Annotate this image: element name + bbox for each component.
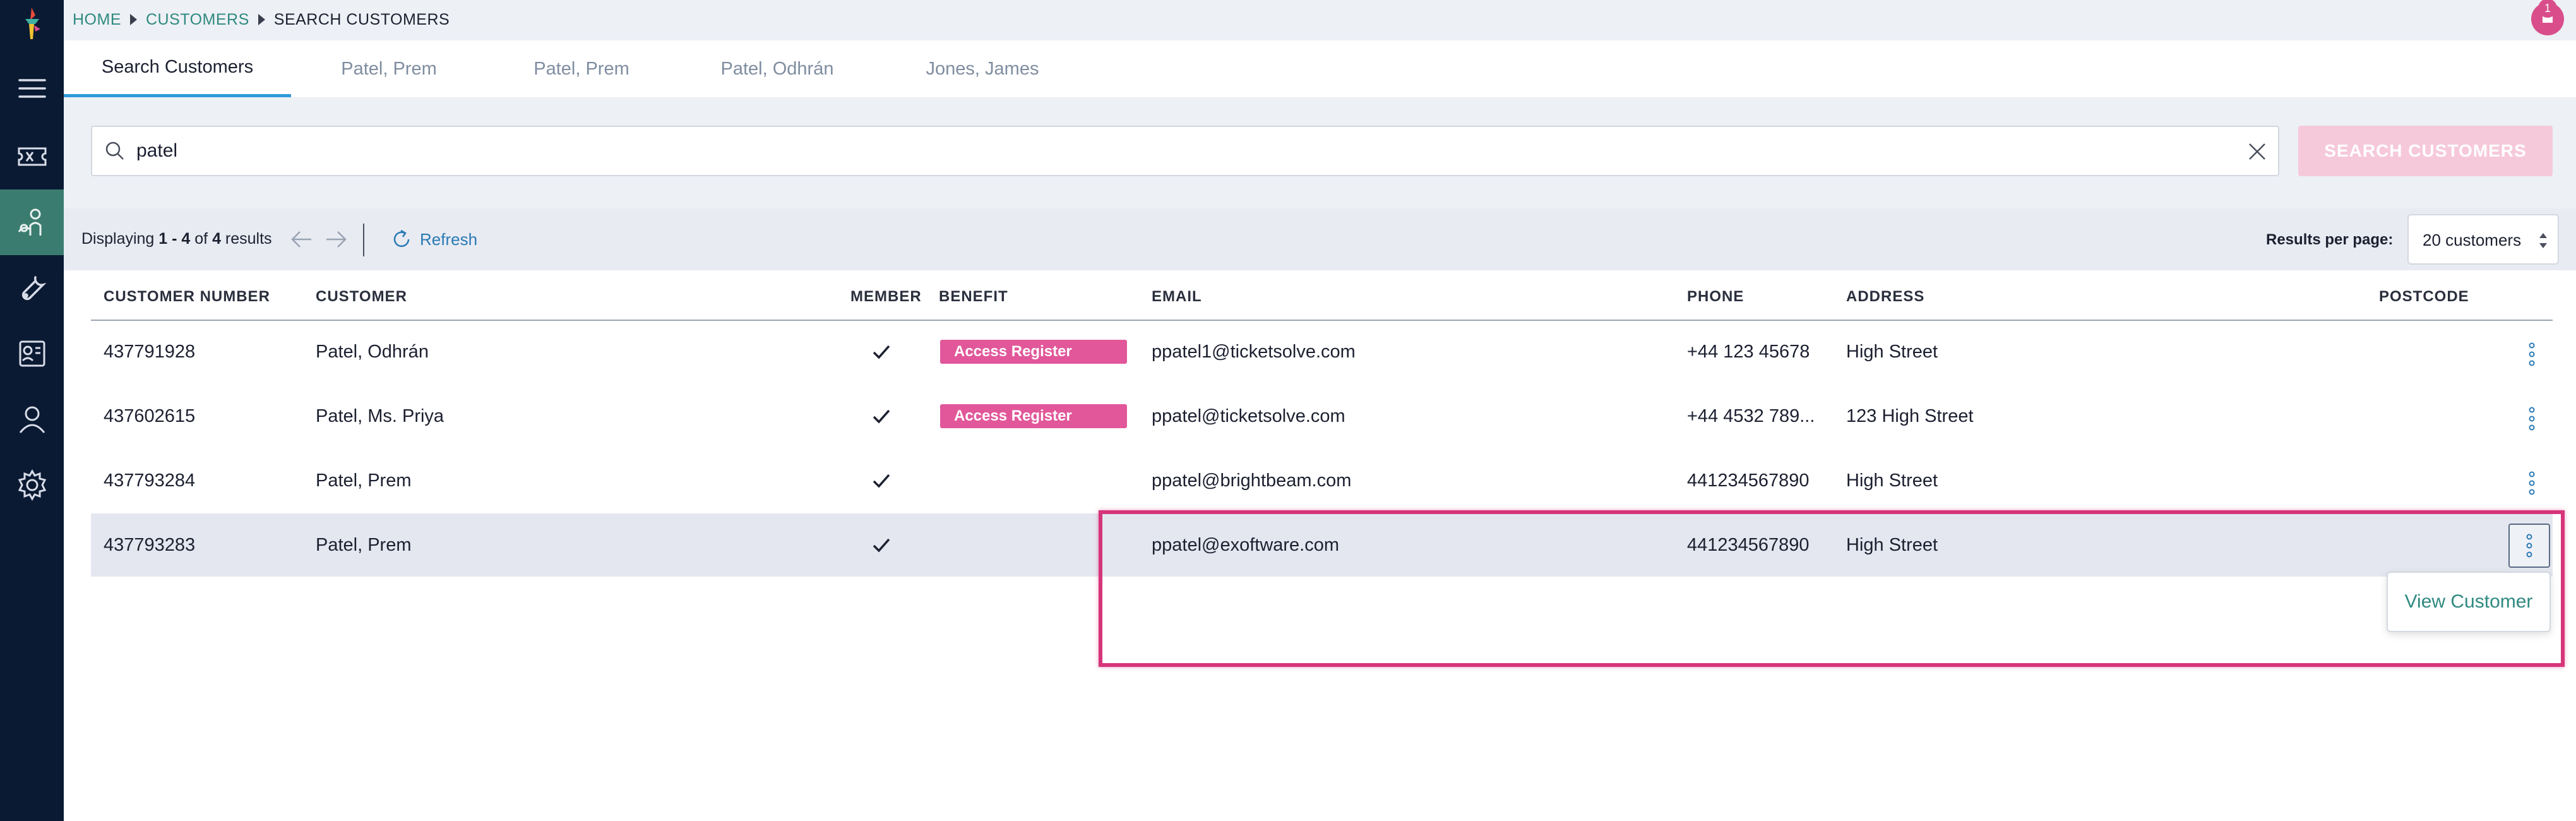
view-customer-menu-item[interactable]: View Customer bbox=[2405, 591, 2533, 613]
nav-settings[interactable] bbox=[0, 452, 64, 518]
refresh-icon[interactable] bbox=[391, 229, 412, 250]
nav-account[interactable] bbox=[0, 387, 64, 452]
refresh-button[interactable]: Refresh bbox=[420, 230, 477, 249]
tab-customer[interactable]: Patel, Prem bbox=[291, 40, 487, 97]
cell-address: High Street bbox=[1846, 342, 1938, 362]
cell-address: 123 High Street bbox=[1846, 406, 1974, 426]
cell-customer-number: 437602615 bbox=[104, 406, 196, 426]
benefit-badge: Access Register bbox=[940, 340, 1127, 364]
row-actions-button[interactable] bbox=[2513, 400, 2551, 438]
more-vertical-icon bbox=[2529, 407, 2535, 431]
results-toolbar: Displaying 1 - 4 of 4 results Refresh Re… bbox=[64, 208, 2576, 270]
search-query[interactable]: patel bbox=[136, 127, 177, 175]
sort-caret-icon bbox=[2539, 233, 2547, 248]
nav-reports[interactable] bbox=[0, 321, 64, 387]
cell-email: ppatel@brightbeam.com bbox=[1152, 470, 1352, 491]
results-per-page-select[interactable]: 20 customers bbox=[2407, 214, 2559, 265]
check-icon bbox=[873, 538, 890, 553]
user-icon bbox=[19, 406, 45, 433]
search-icon bbox=[105, 141, 124, 160]
row-actions-button[interactable] bbox=[2508, 524, 2550, 568]
arrow-left-icon[interactable] bbox=[290, 229, 314, 249]
menu-toggle[interactable] bbox=[0, 56, 64, 121]
breadcrumb-customers[interactable]: CUSTOMERS bbox=[146, 11, 249, 29]
cell-customer-number: 437791928 bbox=[104, 342, 196, 362]
table-header: CUSTOMER NUMBER CUSTOMER MEMBER BENEFIT … bbox=[91, 270, 2553, 321]
check-icon bbox=[873, 345, 890, 359]
close-icon[interactable] bbox=[2246, 141, 2268, 162]
hamburger-icon bbox=[18, 79, 46, 98]
results-per-page-label: Results per page: bbox=[2266, 231, 2394, 248]
cell-customer-name[interactable]: Patel, Ms. Priya bbox=[316, 385, 444, 448]
nav-customers[interactable] bbox=[0, 189, 64, 255]
results-summary: Displaying 1 - 4 of 4 results bbox=[81, 230, 272, 248]
header-email[interactable]: EMAIL bbox=[1152, 288, 1202, 306]
tab-customer[interactable]: Patel, Odhrán bbox=[676, 40, 878, 97]
cell-address: High Street bbox=[1846, 470, 1938, 491]
row-actions-menu: View Customer bbox=[2387, 572, 2551, 632]
cell-customer-name[interactable]: Patel, Odhrán bbox=[316, 320, 429, 383]
header-address[interactable]: ADDRESS bbox=[1846, 288, 1924, 306]
check-icon bbox=[873, 409, 890, 424]
row-actions-button[interactable] bbox=[2513, 464, 2551, 502]
more-vertical-icon bbox=[2529, 342, 2535, 366]
cell-customer-number: 437793284 bbox=[104, 470, 196, 491]
header-member[interactable]: MEMBER bbox=[850, 288, 922, 306]
toolbar-divider bbox=[363, 224, 364, 256]
cell-customer-name[interactable]: Patel, Prem bbox=[316, 449, 412, 512]
row-actions-button[interactable] bbox=[2513, 335, 2551, 373]
breadcrumb-separator-icon bbox=[130, 14, 137, 25]
cell-phone: +44 4532 789... bbox=[1687, 406, 1815, 426]
benefit-badge: Access Register bbox=[940, 404, 1127, 428]
cell-phone: 441234567890 bbox=[1687, 470, 1810, 491]
results-summary-prefix: Displaying bbox=[81, 230, 159, 248]
search-input[interactable]: patel bbox=[91, 126, 2279, 176]
tab-customer[interactable]: Patel, Prem bbox=[487, 40, 676, 97]
header-phone[interactable]: PHONE bbox=[1687, 288, 1744, 306]
top-bar: HOME CUSTOMERS SEARCH CUSTOMERS bbox=[64, 0, 2576, 40]
header-benefit[interactable]: BENEFIT bbox=[939, 288, 1008, 306]
breadcrumb-current: SEARCH CUSTOMERS bbox=[273, 10, 450, 28]
cell-email: ppatel@exoftware.com bbox=[1152, 535, 1340, 555]
sidebar bbox=[0, 0, 64, 821]
tab-search-customers[interactable]: Search Customers bbox=[64, 40, 291, 97]
cell-phone: 441234567890 bbox=[1687, 535, 1810, 555]
check-icon bbox=[873, 474, 890, 488]
gear-icon bbox=[18, 469, 46, 501]
results-summary-suffix: results bbox=[220, 230, 272, 248]
cell-phone: +44 123 45678 bbox=[1687, 342, 1810, 362]
search-customers-button[interactable]: SEARCH CUSTOMERS bbox=[2298, 126, 2553, 176]
tab-customer[interactable]: Jones, James bbox=[878, 40, 1087, 97]
cell-email: ppatel@ticketsolve.com bbox=[1152, 406, 1345, 426]
table-row[interactable]: 437791928 Patel, Odhrán Access Register … bbox=[91, 320, 2553, 383]
header-customer[interactable]: CUSTOMER bbox=[316, 288, 407, 306]
header-customer-number[interactable]: CUSTOMER NUMBER bbox=[104, 288, 270, 306]
cell-customer-name[interactable]: Patel, Prem bbox=[316, 513, 412, 577]
cell-customer-number: 437793283 bbox=[104, 535, 196, 555]
breadcrumb-separator-icon bbox=[258, 14, 265, 25]
cell-address: High Street bbox=[1846, 535, 1938, 555]
nav-tools[interactable] bbox=[0, 255, 64, 321]
results-total: 4 bbox=[212, 230, 221, 248]
cell-email: ppatel1@ticketsolve.com bbox=[1152, 342, 1356, 362]
header-postcode[interactable]: POSTCODE bbox=[2379, 288, 2469, 306]
arrow-right-icon[interactable] bbox=[324, 229, 348, 249]
report-icon bbox=[19, 340, 45, 367]
more-vertical-icon bbox=[2526, 534, 2532, 558]
ticket-icon bbox=[18, 147, 46, 166]
customers-icon bbox=[18, 208, 41, 236]
table-row[interactable]: 437602615 Patel, Ms. Priya Access Regist… bbox=[91, 385, 2553, 448]
customer-tabs: Search Customers Patel, Prem Patel, Prem… bbox=[64, 40, 2576, 99]
breadcrumb-home[interactable]: HOME bbox=[73, 11, 121, 29]
more-vertical-icon bbox=[2529, 471, 2535, 495]
wrench-icon bbox=[21, 276, 47, 301]
results-range: 1 - 4 bbox=[158, 230, 191, 248]
nav-ticketing[interactable] bbox=[0, 124, 64, 189]
table-row[interactable]: 437793283 Patel, Prem ppatel@exoftware.c… bbox=[91, 513, 2553, 577]
table-row[interactable]: 437793284 Patel, Prem ppatel@brightbeam.… bbox=[91, 449, 2553, 512]
results-summary-of: of bbox=[190, 230, 213, 248]
app-logo[interactable] bbox=[16, 5, 48, 43]
breadcrumb: HOME CUSTOMERS SEARCH CUSTOMERS bbox=[73, 10, 450, 29]
results-per-page-value: 20 customers bbox=[2423, 231, 2522, 249]
